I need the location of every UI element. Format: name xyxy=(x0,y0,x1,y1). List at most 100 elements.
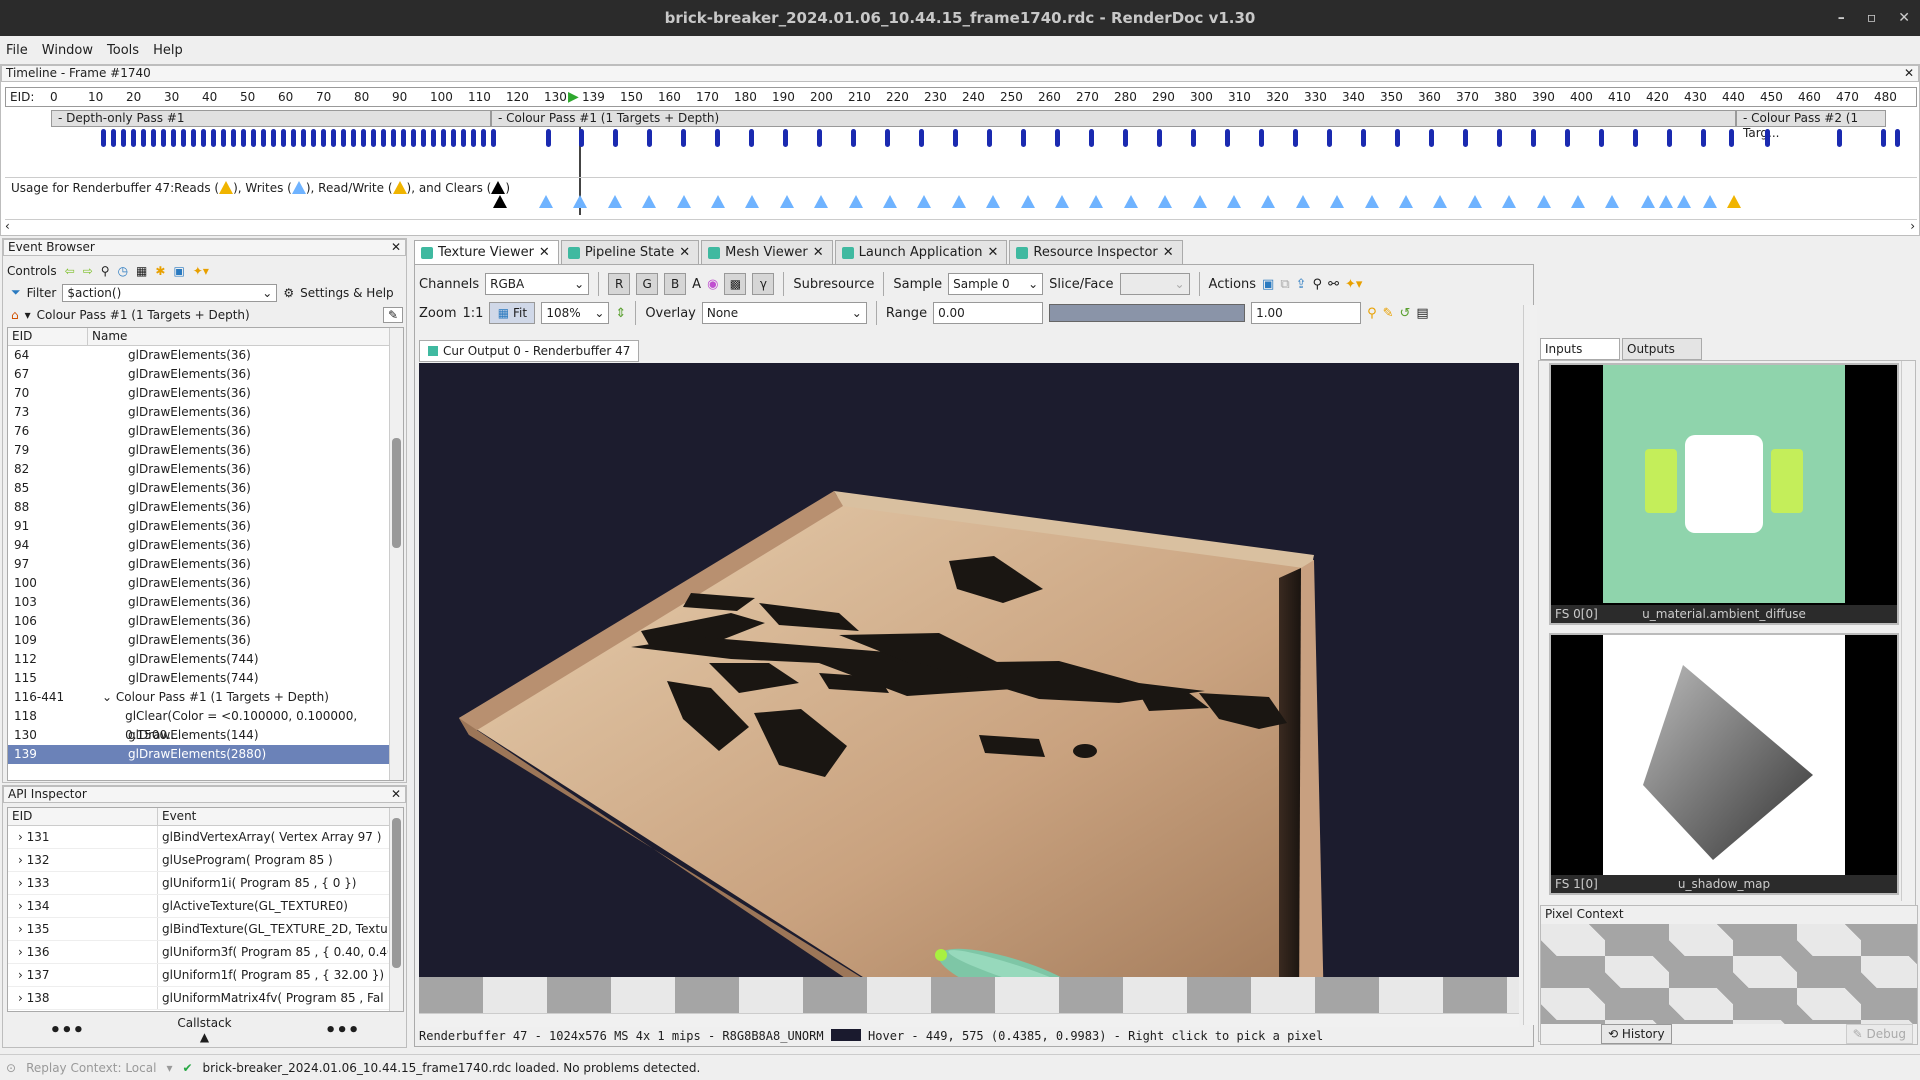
arrow-left-icon[interactable]: ⇦ xyxy=(65,264,75,278)
expand-icon[interactable]: › xyxy=(18,968,27,982)
draw-marker[interactable] xyxy=(251,129,256,147)
api-row[interactable]: › 133 glUniform1i( Program 85 , { 0 }) xyxy=(8,872,403,895)
find-icon[interactable]: ⚲ xyxy=(101,264,110,278)
write-marker[interactable] xyxy=(883,195,897,208)
close-icon[interactable]: ✕ xyxy=(391,240,401,255)
draw-marker[interactable] xyxy=(371,129,376,147)
write-marker[interactable] xyxy=(1433,195,1448,208)
draw-marker[interactable] xyxy=(471,129,476,147)
viewport-vscroll[interactable] xyxy=(1523,305,1537,1025)
overlay-select[interactable]: None ⌄ xyxy=(701,302,867,324)
write-marker[interactable] xyxy=(1536,195,1551,208)
write-marker[interactable] xyxy=(539,195,553,208)
write-marker[interactable] xyxy=(607,195,622,208)
draw-marker[interactable] xyxy=(401,129,406,147)
draw-marker[interactable] xyxy=(851,129,856,147)
write-marker[interactable] xyxy=(1020,195,1035,208)
draw-marker[interactable] xyxy=(953,129,958,147)
tab-outputs[interactable]: Outputs xyxy=(1622,338,1702,360)
draw-marker[interactable] xyxy=(431,129,436,147)
pass-colour-1[interactable]: - Colour Pass #1 (1 Targets + Depth) xyxy=(491,110,1736,127)
event-row[interactable]: 64 glDrawElements(36) xyxy=(8,346,403,365)
draw-marker[interactable] xyxy=(131,129,136,147)
draw-marker[interactable] xyxy=(1361,129,1366,147)
api-row[interactable]: › 134 glActiveTexture(GL_TEXTURE0) xyxy=(8,895,403,918)
column-eid[interactable]: EID xyxy=(8,328,88,345)
write-marker[interactable] xyxy=(1677,195,1691,208)
zoom-select[interactable]: 108% ⌄ xyxy=(541,302,610,324)
write-marker[interactable] xyxy=(1399,195,1413,208)
draw-marker[interactable] xyxy=(919,129,924,147)
draw-marker[interactable] xyxy=(121,129,126,147)
tab-texture-viewer[interactable]: Texture Viewer ✕ xyxy=(414,240,559,264)
event-row[interactable]: 91 glDrawElements(36) xyxy=(8,517,403,536)
write-marker[interactable] xyxy=(1703,195,1717,208)
draw-marker[interactable] xyxy=(1633,129,1638,147)
event-scrollbar[interactable] xyxy=(389,328,403,780)
menu-help[interactable]: Help xyxy=(153,43,183,58)
time-icon[interactable]: ◷ xyxy=(118,264,128,278)
minimize-button[interactable]: – xyxy=(1838,10,1845,26)
draw-marker[interactable] xyxy=(579,129,584,147)
draw-marker[interactable] xyxy=(231,129,236,147)
draw-marker[interactable] xyxy=(1565,129,1570,147)
write-marker[interactable] xyxy=(1571,195,1585,208)
event-row[interactable]: 79 glDrawElements(36) xyxy=(8,441,403,460)
draw-marker[interactable] xyxy=(211,129,216,147)
close-icon[interactable]: ✕ xyxy=(539,245,550,260)
range-slider[interactable] xyxy=(1049,304,1246,322)
draw-marker[interactable] xyxy=(161,129,166,147)
draw-marker[interactable] xyxy=(1259,129,1264,147)
green-channel-button[interactable]: G xyxy=(636,273,659,295)
draw-marker[interactable] xyxy=(361,129,366,147)
draw-marker[interactable] xyxy=(1729,129,1734,147)
flip-icon[interactable]: ⇕ xyxy=(615,306,626,321)
write-marker[interactable] xyxy=(1261,195,1276,208)
write-marker[interactable] xyxy=(848,195,863,208)
close-icon[interactable]: ✕ xyxy=(679,245,690,260)
home-icon[interactable]: ⌂ xyxy=(11,308,19,322)
options-icon[interactable]: ✦▾ xyxy=(193,264,209,278)
event-row[interactable]: 116-441 ⌄ Colour Pass #1 (1 Targets + Dep… xyxy=(8,688,403,707)
event-row[interactable]: 112 glDrawElements(744) xyxy=(8,650,403,669)
draw-marker[interactable] xyxy=(1667,129,1672,147)
draw-marker[interactable] xyxy=(141,129,146,147)
history-button[interactable]: ⟲ History xyxy=(1601,1024,1672,1044)
pass-colour-2[interactable]: - Colour Pass #2 (1 Targ... xyxy=(1736,110,1886,140)
draw-marker[interactable] xyxy=(291,129,296,147)
clear-marker[interactable] xyxy=(493,195,507,208)
write-marker[interactable] xyxy=(711,195,725,208)
expand-icon[interactable]: › xyxy=(18,853,27,867)
draw-marker[interactable] xyxy=(885,129,890,147)
close-icon[interactable]: ✕ xyxy=(813,245,824,260)
event-row[interactable]: 118 glClear(Color = <0.100000, 0.100000, … xyxy=(8,707,403,742)
close-icon[interactable]: ✕ xyxy=(987,245,998,260)
zoom-1to1-button[interactable]: 1:1 xyxy=(462,306,483,321)
write-marker[interactable] xyxy=(745,195,760,208)
write-marker[interactable] xyxy=(1192,195,1207,208)
api-row[interactable]: › 137 glUniform1f( Program 85 , { 32.00 }… xyxy=(8,964,403,987)
draw-marker[interactable] xyxy=(783,129,788,147)
draw-marker[interactable] xyxy=(221,129,226,147)
blue-channel-button[interactable]: B xyxy=(664,273,687,295)
pass-depth-only[interactable]: - Depth-only Pass #1 xyxy=(51,110,491,127)
write-marker[interactable] xyxy=(1227,195,1241,208)
pixel-context-view[interactable] xyxy=(1541,924,1917,1024)
draw-marker[interactable] xyxy=(201,129,206,147)
draw-marker[interactable] xyxy=(1089,129,1094,147)
zoom-range-icon[interactable]: ⚲ xyxy=(1367,306,1377,321)
draw-marker[interactable] xyxy=(1531,129,1536,147)
write-marker[interactable] xyxy=(1467,195,1482,208)
draw-marker[interactable] xyxy=(1395,129,1400,147)
sample-select[interactable]: Sample 0 ⌄ xyxy=(948,273,1044,295)
draw-marker[interactable] xyxy=(311,129,316,147)
callstack-splitter[interactable]: ••• Callstack ▲ ••• xyxy=(3,1016,406,1044)
thumbnail-shadow-map[interactable]: FS 1[0] u_shadow_map xyxy=(1549,633,1899,895)
read-marker[interactable] xyxy=(1727,195,1741,208)
menu-tools[interactable]: Tools xyxy=(107,43,139,58)
draw-marker[interactable] xyxy=(341,129,346,147)
draw-marker[interactable] xyxy=(491,129,496,147)
draw-marker[interactable] xyxy=(351,129,356,147)
draw-marker[interactable] xyxy=(191,129,196,147)
find-icon[interactable]: ⚲ xyxy=(1313,277,1323,292)
